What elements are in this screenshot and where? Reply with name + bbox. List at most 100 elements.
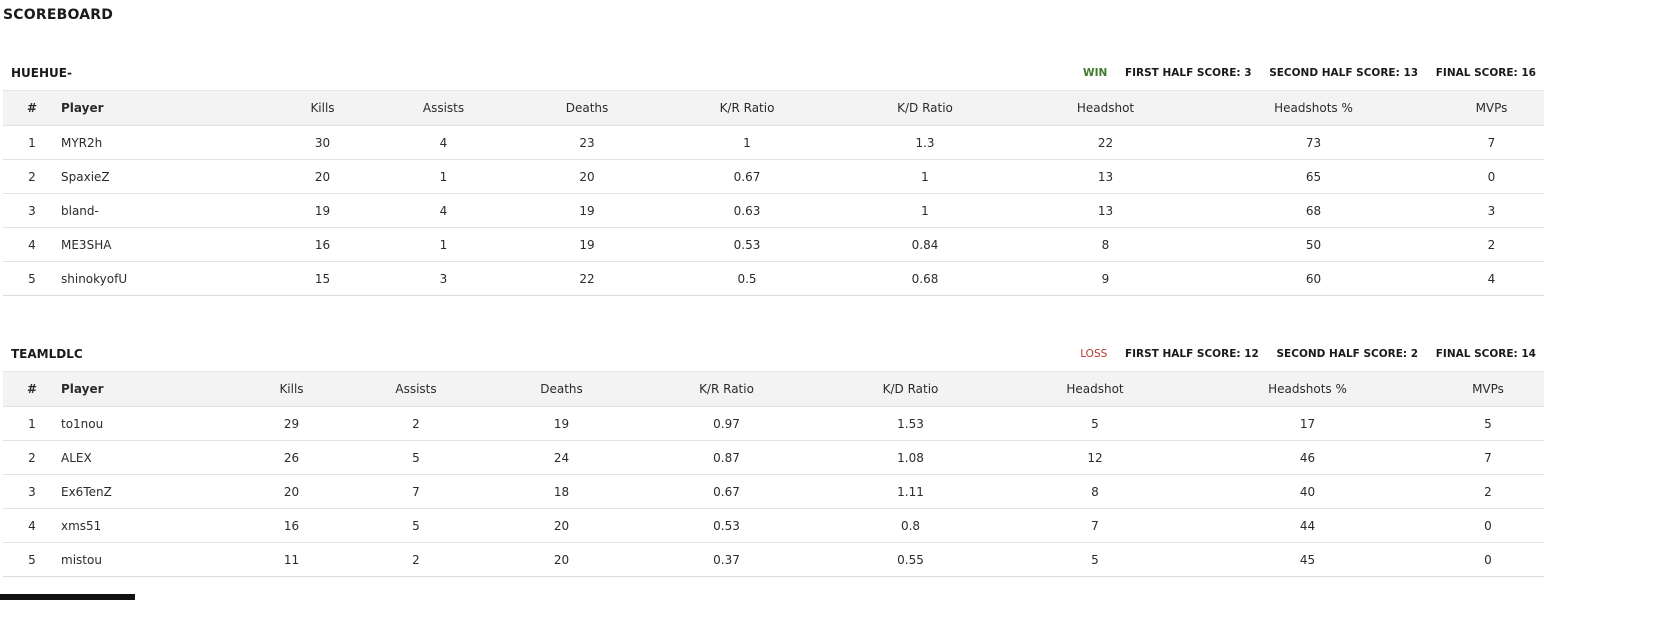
kr-ratio-cell: 0.67 (713, 484, 740, 499)
headshot-pct-cell: 65 (1305, 169, 1322, 184)
rank-cell: 1 (28, 416, 36, 431)
column-header[interactable]: Headshot (1007, 372, 1183, 407)
kd-ratio-cell: 0.55 (897, 552, 924, 567)
mvps-cell: 2 (1487, 237, 1496, 252)
rank-cell: 5 (28, 552, 36, 567)
kr-ratio-cell: 0.37 (713, 552, 740, 567)
kd-ratio-cell: 1.3 (915, 135, 935, 150)
player-name[interactable]: mistou (61, 543, 235, 577)
deaths-cell: 19 (553, 416, 570, 431)
score-summary: LOSS FIRST HALF SCORE: 12 SECOND HALF SC… (1066, 348, 1536, 360)
column-header[interactable]: K/R Ratio (667, 91, 827, 126)
assists-cell: 4 (439, 203, 448, 218)
mvps-cell: 0 (1484, 518, 1492, 533)
deaths-cell: 18 (553, 484, 570, 499)
assists-cell: 5 (412, 450, 420, 465)
team-section-2: TEAMLDLC LOSS FIRST HALF SCORE: 12 SECON… (3, 325, 1544, 577)
kr-ratio-cell: 0.67 (733, 169, 761, 184)
mvps-cell: 4 (1487, 271, 1496, 286)
kills-cell: 20 (283, 484, 300, 499)
player-name[interactable]: MYR2h (61, 126, 265, 160)
score-summary: WIN FIRST HALF SCORE: 3 SECOND HALF SCOR… (1069, 67, 1536, 79)
column-header[interactable]: Kills (235, 372, 348, 407)
player-name[interactable]: ALEX (61, 441, 235, 475)
deaths-cell: 22 (579, 271, 595, 286)
column-header[interactable]: K/R Ratio (639, 372, 814, 407)
kd-ratio-cell: 0.84 (911, 237, 939, 252)
team-name: TEAMLDLC (11, 347, 83, 361)
column-header[interactable]: Headshots % (1183, 372, 1432, 407)
result-badge: WIN (1083, 67, 1108, 79)
column-header[interactable]: Player (61, 372, 235, 407)
column-header[interactable]: Headshots % (1188, 91, 1439, 126)
column-header[interactable]: MVPs (1439, 91, 1544, 126)
kills-cell: 16 (314, 237, 331, 252)
table-header-row: # Player Kills Assists Deaths K/R Ratio … (3, 90, 1544, 126)
kd-ratio-cell: 1 (921, 169, 929, 184)
headshot-cell: 8 (1091, 484, 1099, 499)
column-header[interactable]: K/D Ratio (827, 91, 1023, 126)
headshot-cell: 13 (1097, 203, 1114, 218)
player-stats-table: # Player Kills Assists Deaths K/R Ratio … (3, 90, 1544, 296)
column-header[interactable]: # (3, 372, 61, 407)
final-score: FINAL SCORE: 14 (1435, 348, 1536, 360)
deaths-cell: 20 (553, 552, 570, 567)
column-header[interactable]: Assists (380, 91, 507, 126)
rank-cell: 2 (28, 450, 36, 465)
headshot-cell: 22 (1097, 135, 1114, 150)
rank-cell: 4 (28, 518, 36, 533)
deaths-cell: 23 (579, 135, 595, 150)
final-score: FINAL SCORE: 16 (1435, 67, 1536, 79)
assists-cell: 3 (439, 271, 448, 286)
rank-cell: 2 (28, 169, 36, 184)
table-row: 5 mistou 11 2 20 0.37 0.55 5 45 0 (3, 542, 1544, 577)
kills-cell: 30 (314, 135, 331, 150)
headshot-cell: 5 (1091, 416, 1099, 431)
player-name[interactable]: bland- (61, 194, 265, 228)
table-row: 1 MYR2h 30 4 23 1 1.3 22 73 7 (3, 125, 1544, 160)
column-header[interactable]: Assists (348, 372, 484, 407)
mvps-cell: 0 (1484, 552, 1492, 567)
kills-cell: 29 (283, 416, 300, 431)
column-header[interactable]: Deaths (507, 91, 667, 126)
bottom-bar[interactable] (0, 594, 135, 600)
headshot-pct-cell: 68 (1305, 203, 1322, 218)
headshot-pct-cell: 17 (1299, 416, 1316, 431)
kr-ratio-cell: 0.97 (713, 416, 740, 431)
column-header[interactable]: MVPs (1432, 372, 1544, 407)
column-header[interactable]: Player (61, 91, 265, 126)
mvps-cell: 7 (1484, 450, 1492, 465)
headshot-pct-cell: 46 (1299, 450, 1316, 465)
rank-cell: 4 (28, 237, 36, 252)
team-header: TEAMLDLC LOSS FIRST HALF SCORE: 12 SECON… (3, 325, 1544, 371)
kr-ratio-cell: 1 (743, 135, 751, 150)
player-name[interactable]: ME3SHA (61, 228, 265, 262)
headshot-cell: 7 (1091, 518, 1099, 533)
rank-cell: 3 (28, 203, 36, 218)
player-name[interactable]: xms51 (61, 509, 235, 543)
kr-ratio-cell: 0.63 (733, 203, 761, 218)
table-row: 4 ME3SHA 16 1 19 0.53 0.84 8 50 2 (3, 227, 1544, 262)
kills-cell: 26 (283, 450, 300, 465)
table-row: 5 shinokyofU 15 3 22 0.5 0.68 9 60 4 (3, 261, 1544, 296)
headshot-pct-cell: 44 (1299, 518, 1316, 533)
second-half-score: SECOND HALF SCORE: 13 (1269, 67, 1419, 79)
page-title: SCOREBOARD (3, 7, 114, 23)
result-badge: LOSS (1080, 348, 1108, 360)
kd-ratio-cell: 0.8 (900, 518, 921, 533)
column-header[interactable]: Deaths (484, 372, 639, 407)
kills-cell: 20 (314, 169, 331, 184)
table-row: 1 to1nou 29 2 19 0.97 1.53 5 17 5 (3, 406, 1544, 441)
player-name[interactable]: SpaxieZ (61, 160, 265, 194)
column-header[interactable]: # (3, 91, 61, 126)
player-name[interactable]: to1nou (61, 407, 235, 441)
column-header[interactable]: Headshot (1023, 91, 1188, 126)
player-name[interactable]: shinokyofU (61, 262, 265, 296)
column-header[interactable]: K/D Ratio (814, 372, 1007, 407)
rank-cell: 5 (28, 271, 36, 286)
rank-cell: 1 (28, 135, 36, 150)
column-header[interactable]: Kills (265, 91, 380, 126)
headshot-cell: 12 (1087, 450, 1103, 465)
player-name[interactable]: Ex6TenZ (61, 475, 235, 509)
kr-ratio-cell: 0.5 (737, 271, 757, 286)
